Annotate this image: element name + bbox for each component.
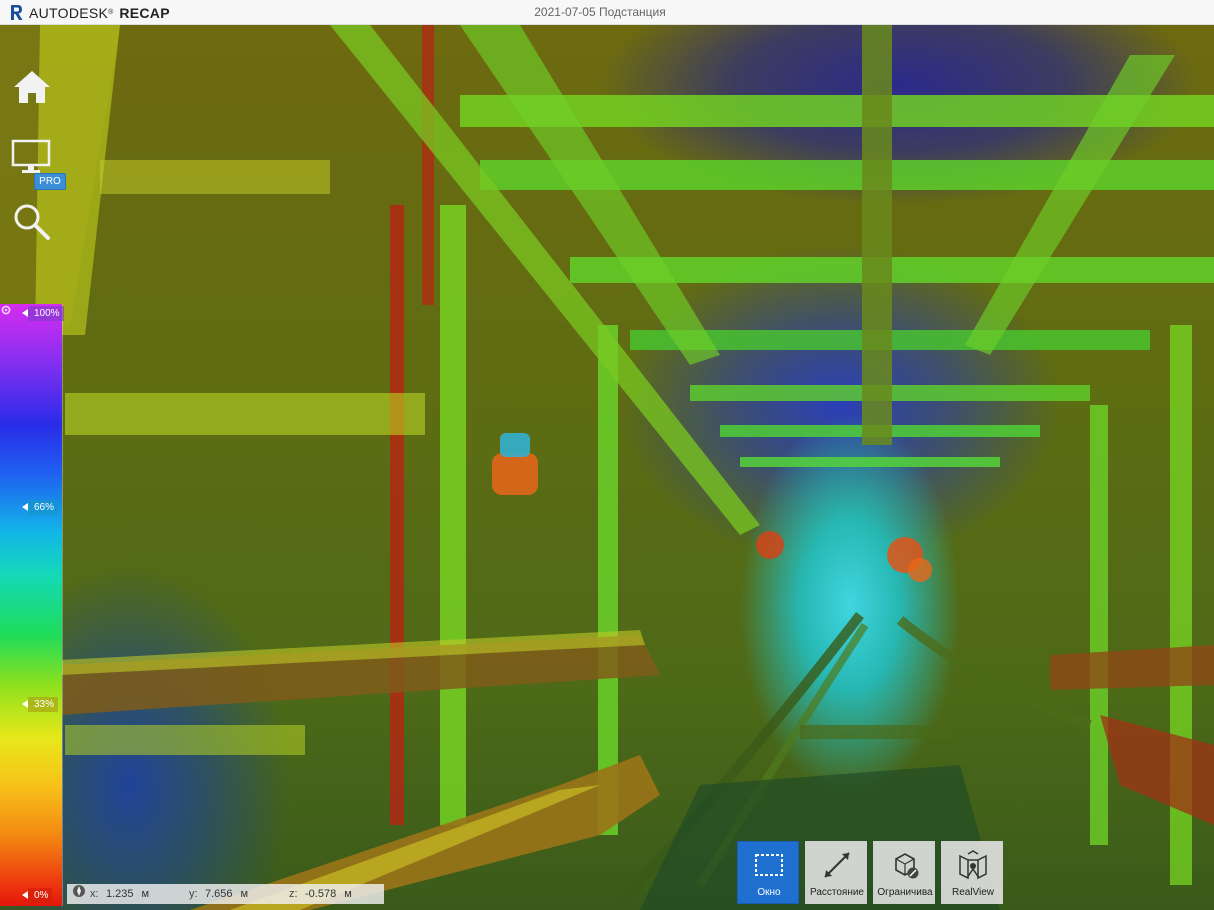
limit-box-icon: [895, 853, 919, 879]
brand-name: AUTODESK: [29, 4, 109, 21]
document-title: 2021-07-05 Подстанция: [534, 5, 666, 19]
point-cloud-scene: [0, 25, 1214, 910]
title-bar: AUTODESK ® RECAP 2021-07-05 Подстанция: [0, 0, 1214, 25]
coord-z: z: -0.578 м: [289, 888, 352, 900]
brand-trademark: ®: [108, 9, 114, 16]
distance-measure-icon: [824, 852, 850, 878]
coordinate-readout: x: 1.235 м y: 7.656 м z: -0.578 м: [67, 884, 384, 904]
pro-badge: PRO: [34, 173, 66, 190]
limit-box-label: Ограничива: [877, 887, 933, 898]
limit-box-tool[interactable]: Ограничива: [873, 841, 935, 904]
realview-label: RealView: [951, 887, 995, 898]
recap-r-logo-icon: [11, 5, 23, 20]
home-button[interactable]: [10, 65, 54, 109]
point-cloud-viewport[interactable]: PRO 100% 66% 33% 0% x: 1.235 м y: 7.656 …: [0, 25, 1214, 910]
scale-label-33[interactable]: 33%: [22, 697, 59, 712]
window-select-tool[interactable]: Окно: [737, 841, 799, 904]
coord-z-unit: м: [344, 888, 352, 900]
search-icon: [14, 204, 50, 240]
scale-label-100[interactable]: 100%: [22, 306, 64, 321]
intensity-color-scale[interactable]: 100% 66% 33% 0%: [0, 304, 64, 906]
home-icon: [14, 71, 50, 103]
distance-label: Расстояние: [809, 887, 864, 898]
coord-z-value: -0.578: [305, 888, 337, 900]
window-select-label: Окно: [757, 887, 781, 898]
scale-label-0[interactable]: 0%: [22, 888, 53, 903]
realview-icon: [959, 850, 987, 880]
realview-tool[interactable]: RealView: [941, 841, 1003, 904]
coord-y-unit: м: [240, 888, 249, 900]
product-name: RECAP: [119, 4, 170, 21]
coord-y-value: 7.656: [205, 888, 233, 900]
window-select-icon: [755, 854, 783, 876]
coord-x-value: 1.235: [106, 888, 134, 900]
search-button[interactable]: [10, 200, 54, 244]
distance-tool[interactable]: Расстояние: [805, 841, 867, 904]
coord-x: x: 1.235 м: [90, 888, 150, 900]
color-scale-gradient: [0, 304, 62, 906]
scale-settings-icon[interactable]: [0, 304, 12, 316]
coord-y: y: 7.656 м: [189, 888, 249, 900]
brand-logo: AUTODESK ® RECAP: [10, 3, 170, 22]
scale-label-66[interactable]: 66%: [22, 500, 59, 515]
coord-x-unit: м: [141, 888, 150, 900]
navigation-cursor-icon: [73, 885, 85, 897]
